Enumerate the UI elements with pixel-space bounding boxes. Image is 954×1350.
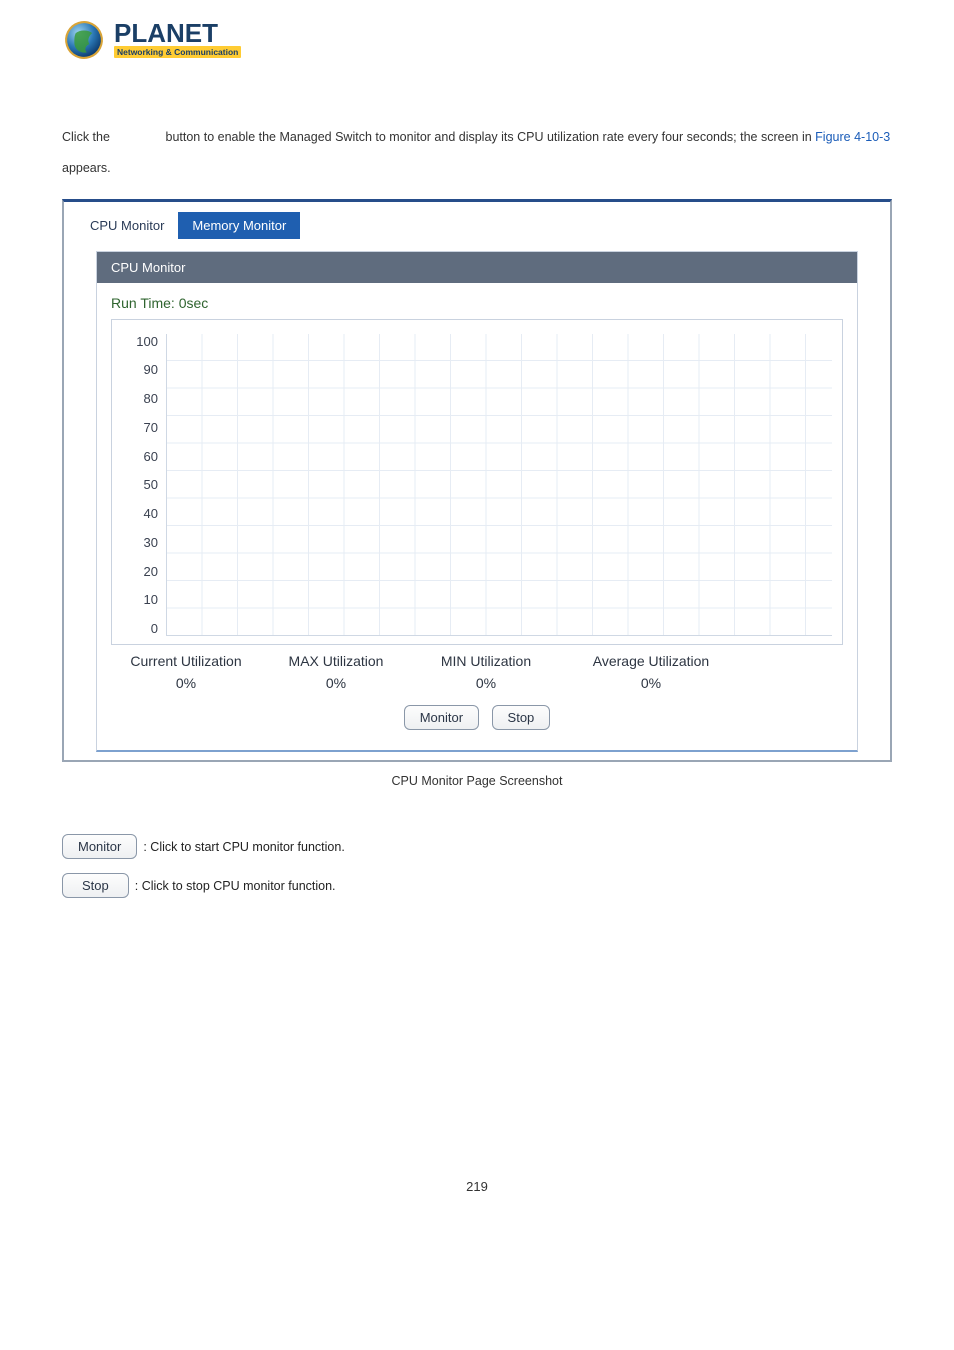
y-tick: 100 bbox=[122, 334, 158, 349]
y-tick: 80 bbox=[122, 391, 158, 406]
panel-title: CPU Monitor bbox=[97, 252, 857, 283]
legend-monitor-desc: : Click to start CPU monitor function. bbox=[143, 840, 344, 854]
figure-ref-link[interactable]: Figure 4-10-3 bbox=[815, 130, 890, 144]
stop-button[interactable]: Stop bbox=[492, 705, 551, 730]
stat-value: 0% bbox=[111, 675, 261, 691]
stat-label: MIN Utilization bbox=[411, 653, 561, 669]
brand-logo: PLANET Networking & Communication bbox=[62, 18, 892, 62]
button-row: Monitor Stop bbox=[111, 705, 843, 730]
stat-value: 0% bbox=[411, 675, 561, 691]
stat-label: Average Utilization bbox=[561, 653, 741, 669]
y-tick: 30 bbox=[122, 535, 158, 550]
chart-y-axis: 100 90 80 70 60 50 40 30 20 10 0 bbox=[122, 334, 158, 637]
y-tick: 20 bbox=[122, 564, 158, 579]
tab-cpu-monitor[interactable]: CPU Monitor bbox=[76, 212, 178, 239]
chart-grid bbox=[166, 334, 832, 637]
run-time-label: Run Time: 0sec bbox=[111, 295, 843, 311]
intro-paragraph: Click the button to enable the Managed S… bbox=[62, 122, 892, 185]
intro-post: appears. bbox=[62, 161, 111, 175]
globe-icon bbox=[62, 18, 106, 62]
y-tick: 70 bbox=[122, 420, 158, 435]
stat-max: MAX Utilization 0% bbox=[261, 653, 411, 691]
y-tick: 0 bbox=[122, 621, 158, 636]
stat-value: 0% bbox=[261, 675, 411, 691]
y-tick: 10 bbox=[122, 592, 158, 607]
y-tick: 60 bbox=[122, 449, 158, 464]
tab-bar: CPU Monitor Memory Monitor bbox=[76, 212, 878, 239]
tab-memory-monitor[interactable]: Memory Monitor bbox=[178, 212, 300, 239]
stat-avg: Average Utilization 0% bbox=[561, 653, 741, 691]
stats-row: Current Utilization 0% MAX Utilization 0… bbox=[111, 653, 843, 691]
stat-current: Current Utilization 0% bbox=[111, 653, 261, 691]
legend-stop-button: Stop bbox=[62, 873, 129, 898]
legend-stop-desc: : Click to stop CPU monitor function. bbox=[135, 879, 336, 893]
chart-container: 100 90 80 70 60 50 40 30 20 10 0 bbox=[111, 319, 843, 646]
screenshot-caption: CPU Monitor Page Screenshot bbox=[62, 774, 892, 788]
y-tick: 40 bbox=[122, 506, 158, 521]
stat-label: MAX Utilization bbox=[261, 653, 411, 669]
brand-text: PLANET Networking & Communication bbox=[114, 22, 241, 57]
page-number: 219 bbox=[0, 1179, 954, 1194]
screenshot-container: CPU Monitor Memory Monitor CPU Monitor R… bbox=[62, 199, 892, 763]
legend-monitor-button: Monitor bbox=[62, 834, 137, 859]
intro-mid: button to enable the Managed Switch to m… bbox=[166, 130, 816, 144]
cpu-monitor-panel: CPU Monitor Run Time: 0sec 100 90 80 70 … bbox=[96, 251, 858, 753]
button-legend: Monitor : Click to start CPU monitor fun… bbox=[62, 834, 892, 898]
monitor-button[interactable]: Monitor bbox=[404, 705, 479, 730]
intro-pre: Click the bbox=[62, 130, 113, 144]
stat-min: MIN Utilization 0% bbox=[411, 653, 561, 691]
y-tick: 50 bbox=[122, 477, 158, 492]
stat-value: 0% bbox=[561, 675, 741, 691]
y-tick: 90 bbox=[122, 362, 158, 377]
stat-label: Current Utilization bbox=[111, 653, 261, 669]
